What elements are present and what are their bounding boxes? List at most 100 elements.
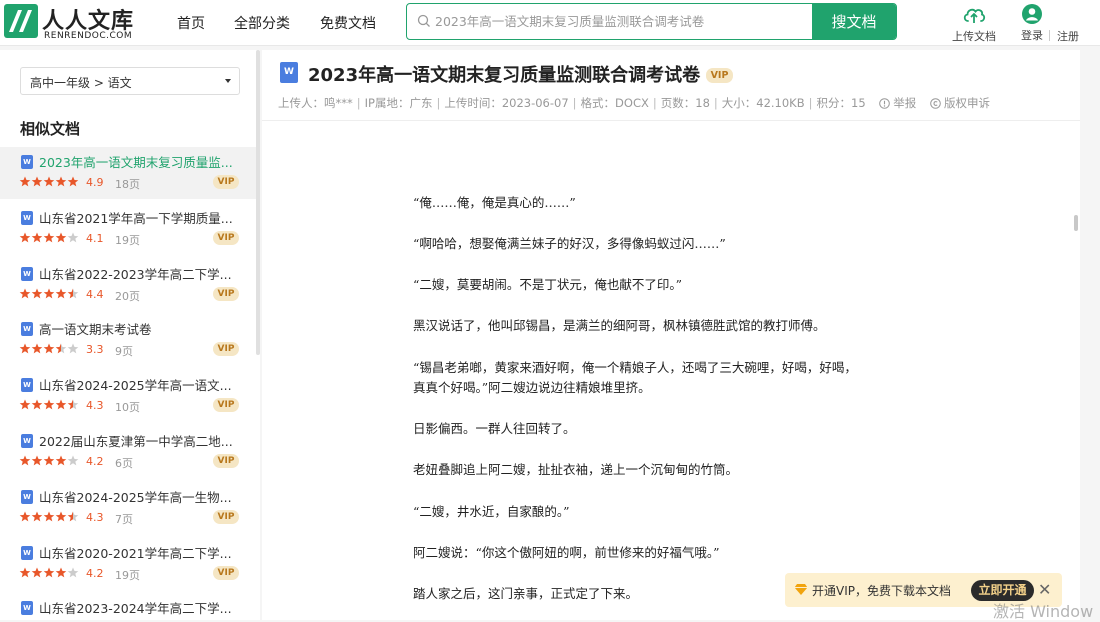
similar-doc-rating: 4.4 xyxy=(86,287,104,301)
similar-doc-pages: 9页 xyxy=(115,345,133,359)
upload-doc-label: 上传文档 xyxy=(952,30,996,43)
copyright-link[interactable]: 版权申诉 xyxy=(930,96,990,110)
similar-doc-rating: 4.1 xyxy=(86,231,104,245)
search-box: 搜文档 xyxy=(406,3,897,40)
nav-all-categories[interactable]: 全部分类 xyxy=(234,13,290,33)
document-paragraph: 日影偏西。一群人往回转了。 xyxy=(413,421,576,436)
logo-mark-icon xyxy=(4,4,38,38)
meta-ip: IP属地：广东 xyxy=(364,96,433,110)
document-paragraph: “啊哈哈，想娶俺满兰妹子的好汉，多得像蚂蚁过闪……” xyxy=(413,236,726,251)
similar-doc-item[interactable]: W 山东省2023-2024学年高二下学... xyxy=(0,593,256,620)
similar-docs-heading: 相似文档 xyxy=(20,120,81,138)
word-doc-icon: W xyxy=(21,322,33,337)
similar-doc-item[interactable]: W 山东省2021学年高一下学期质量... 4.1 19页 VIP xyxy=(0,203,256,255)
sidebar: 高中一年级 > 语文 相似文档 W 2023年高一语文期末复习质量监... 4.9 1… xyxy=(0,50,260,620)
document-paragraph: “二嫂，莫要胡闹。不是丁状元，俺也献不了印。” xyxy=(413,277,683,292)
caret-down-icon xyxy=(225,79,231,83)
warning-icon xyxy=(879,98,891,109)
meta-format: 格式：DOCX xyxy=(580,96,649,110)
similar-doc-title: 山东省2024-2025学年高一生物... xyxy=(39,489,232,505)
vip-badge: VIP xyxy=(213,398,239,413)
nav-home[interactable]: 首页 xyxy=(177,13,205,33)
vip-badge: VIP xyxy=(706,68,733,83)
vip-badge: VIP xyxy=(213,286,239,301)
document-paragraph: 踏人家之后，这门亲事，正式定了下来。 xyxy=(413,586,639,601)
site-logo[interactable]: 人人文库 RENRENDOC.COM xyxy=(4,2,154,42)
similar-doc-rating: 4.3 xyxy=(86,510,104,524)
diamond-icon xyxy=(794,584,808,595)
sidebar-scrollbar[interactable] xyxy=(256,50,260,355)
similar-doc-item[interactable]: W 山东省2020-2021学年高二下学... 4.2 19页 VIP xyxy=(0,538,256,590)
similar-doc-item[interactable]: W 2023年高一语文期末复习质量监... 4.9 18页 VIP xyxy=(0,147,256,199)
word-doc-icon: W xyxy=(21,545,33,560)
copyright-label: 版权申诉 xyxy=(943,96,990,110)
star-rating-icon xyxy=(19,343,79,355)
word-doc-icon: W xyxy=(21,434,33,448)
similar-doc-rating: 4.2 xyxy=(86,566,104,580)
header-divider xyxy=(1049,30,1050,41)
similar-doc-item[interactable]: W 山东省2024-2025学年高一生物... 4.3 7页 VIP xyxy=(0,482,256,534)
meta-pages: 页数：18 xyxy=(660,96,710,110)
similar-doc-item[interactable]: W 高一语文期末考试卷 3.3 9页 VIP xyxy=(0,314,256,366)
similar-doc-title: 山东省2020-2021学年高二下学... xyxy=(39,545,232,561)
similar-doc-title: 山东省2022-2023学年高二下学... xyxy=(39,266,232,282)
similar-doc-pages: 10页 xyxy=(115,401,140,415)
document-paragraph: “二嫂，井水近，自家酿的。” xyxy=(413,504,570,519)
nav-free-docs[interactable]: 免费文档 xyxy=(320,13,376,33)
similar-doc-title: 2023年高一语文期末复习质量监... xyxy=(39,155,233,170)
user-avatar-icon xyxy=(1022,4,1042,24)
upload-doc-button[interactable]: 上传文档 xyxy=(951,4,997,44)
similar-doc-rating: 4.3 xyxy=(86,399,104,413)
register-button[interactable]: 注册 xyxy=(1057,28,1079,44)
star-rating-icon xyxy=(19,511,79,523)
word-doc-icon: W xyxy=(21,489,33,504)
similar-doc-item[interactable]: W 山东省2022-2023学年高二下学... 4.4 20页 VIP xyxy=(0,259,256,311)
word-doc-icon: W xyxy=(21,601,33,616)
copyright-icon xyxy=(930,98,941,109)
vip-badge: VIP xyxy=(213,230,239,245)
similar-doc-pages: 19页 xyxy=(115,233,140,247)
similar-doc-title: 山东省2021学年高一下学期质量... xyxy=(39,210,233,226)
login-label: 登录 xyxy=(1021,29,1043,42)
vip-badge: VIP xyxy=(213,454,239,468)
word-doc-icon: W xyxy=(21,155,33,169)
similar-doc-title: 山东省2024-2025学年高一语文... xyxy=(39,378,232,394)
login-button[interactable]: 登录 xyxy=(1019,3,1045,43)
report-label: 举报 xyxy=(893,96,917,110)
star-rating-icon xyxy=(19,455,79,467)
meta-points: 积分：15 xyxy=(816,96,866,110)
search-input[interactable] xyxy=(435,4,810,39)
document-scrollbar[interactable] xyxy=(1074,215,1078,231)
similar-doc-item[interactable]: W 2022届山东夏津第一中学高二地... 4.2 6页 VIP xyxy=(0,426,256,478)
similar-doc-pages: 6页 xyxy=(115,457,133,470)
document-paragraph: 真真个好喝。”阿二嫂边说边往精娘堆里挤。 xyxy=(413,380,651,395)
star-rating-icon xyxy=(19,567,79,579)
search-button[interactable]: 搜文档 xyxy=(812,4,896,39)
vip-badge: VIP xyxy=(213,342,239,357)
vip-badge: VIP xyxy=(213,565,239,580)
document-paragraph: 阿二嫂说：“你这个傲阿妞的啊，前世修来的好福气哦。” xyxy=(413,545,720,560)
meta-uploader: 上传人：鸣*** xyxy=(278,96,353,110)
similar-doc-title: 2022届山东夏津第一中学高二地... xyxy=(39,434,233,449)
search-icon xyxy=(417,14,430,27)
register-label: 注册 xyxy=(1057,30,1079,43)
title-divider xyxy=(262,120,1080,121)
similar-doc-pages: 7页 xyxy=(115,512,133,526)
category-select[interactable]: 高中一年级 > 语文 xyxy=(20,67,240,95)
word-doc-icon: W xyxy=(21,378,33,393)
star-rating-icon xyxy=(19,399,79,411)
star-rating-icon xyxy=(19,176,79,188)
star-rating-icon xyxy=(19,232,79,244)
vip-badge: VIP xyxy=(213,175,239,189)
logo-subtext: RENRENDOC.COM xyxy=(44,31,133,41)
vip-promo-text: 开通VIP，免费下载本文档 xyxy=(812,584,951,598)
close-icon[interactable]: ✕ xyxy=(1038,580,1051,599)
meta-size: 大小：42.10KB xyxy=(721,96,805,110)
similar-doc-item[interactable]: W 山东省2024-2025学年高一语文... 4.3 10页 VIP xyxy=(0,370,256,422)
report-link[interactable]: 举报 xyxy=(879,96,916,110)
vip-badge: VIP xyxy=(213,509,239,524)
document-paragraph: 老妞叠脚追上阿二嫂，扯扯衣袖，递上一个沉甸甸的竹筒。 xyxy=(413,462,739,477)
document-paragraph: “俺……俺，俺是真心的……” xyxy=(413,195,576,210)
document-paragraph: “锡昌老弟啷，黄家来酒好啊，俺一个精娘子人，还喝了三大碗哩，好喝，好喝， xyxy=(413,360,857,375)
document-title: 2023年高一语文期末复习质量监测联合调考试卷 xyxy=(308,65,701,86)
